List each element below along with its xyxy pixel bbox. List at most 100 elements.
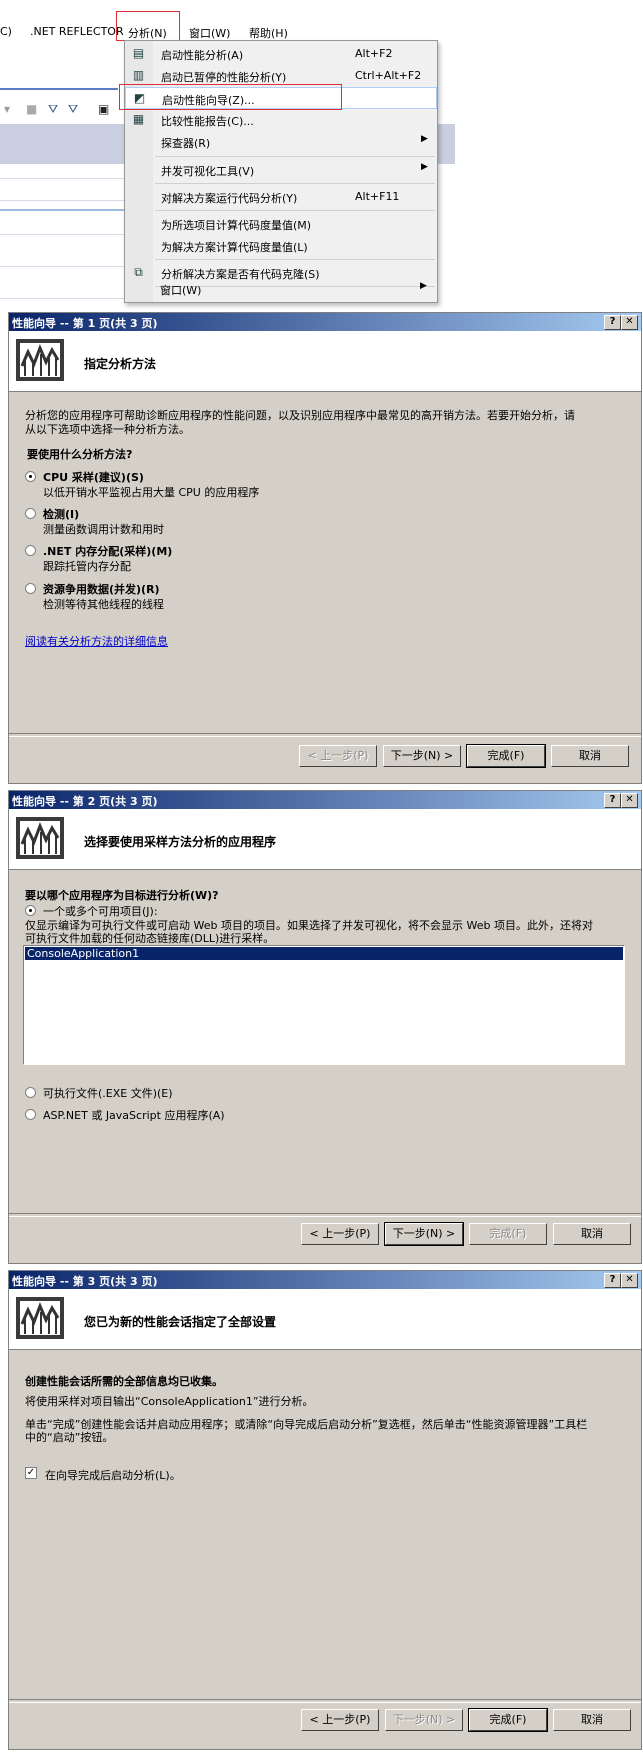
help-button[interactable]: ?: [604, 1273, 621, 1288]
menu-reflector[interactable]: .NET REFLECTOR: [30, 25, 124, 38]
option-description: 跟踪托管内存分配: [43, 560, 131, 573]
menu-item-shortcut: Alt+F2: [355, 47, 393, 60]
menu-item-run-code-analysis[interactable]: 对解决方案运行代码分析(Y) Alt+F11: [125, 186, 437, 208]
save-icon[interactable]: ▣: [98, 102, 109, 116]
menu-item-label: 启动已暂停的性能分析(Y): [161, 71, 287, 84]
menu-item-label: 为所选项目计算代码度量值(M): [161, 219, 312, 232]
menu-item-metrics-selected[interactable]: 为所选项目计算代码度量值(M): [125, 213, 437, 235]
previous-button[interactable]: < 上一步(P): [299, 745, 377, 767]
menu-item-shortcut: Ctrl+Alt+F2: [355, 69, 422, 82]
submenu-arrow-icon: ▶: [420, 281, 427, 291]
option-description: 测量函数调用计数和用时: [43, 523, 164, 536]
close-button[interactable]: ✕: [621, 793, 638, 808]
option-label[interactable]: ASP.NET 或 JavaScript 应用程序(A): [43, 1107, 225, 1123]
wizard-dialog-page2: 性能向导 -- 第 2 页(共 3 页) ? ✕ 选择要使用采样方法分析的应用程…: [8, 790, 642, 1264]
wizard-header: 您已为新的性能会话指定了全部设置: [9, 1289, 641, 1350]
radio-asp-net[interactable]: [25, 1109, 36, 1120]
submenu-arrow-icon: ▶: [421, 134, 428, 144]
performance-wizard-icon: [16, 339, 64, 381]
menu-separator: [155, 183, 435, 184]
radio-executable[interactable]: [25, 1087, 36, 1098]
menu-separator: [155, 259, 435, 260]
menu-item-start-profiling[interactable]: ▤ 启动性能分析(A) Alt+F2: [125, 43, 437, 65]
submenu-arrow-icon: ▶: [421, 162, 428, 172]
option-label[interactable]: CPU 采样(建议)(S): [43, 469, 144, 485]
radio-concurrency[interactable]: [25, 583, 36, 594]
filter-icon[interactable]: ▾: [4, 102, 10, 116]
header-title: 选择要使用采样方法分析的应用程序: [84, 835, 277, 849]
menu-item-label: 并发可视化工具(V): [161, 165, 255, 178]
finish-button[interactable]: 完成(F): [468, 1708, 548, 1732]
menu-partial[interactable]: C): [0, 25, 12, 38]
menu-item-profiler[interactable]: 探查器(R) ▶: [125, 131, 437, 153]
close-button[interactable]: ✕: [621, 1273, 638, 1288]
menu-item-metrics-solution[interactable]: 为解决方案计算代码度量值(L): [125, 235, 437, 257]
toolbar: ▾ ■ ⛛ ⛛ ▣: [0, 98, 125, 120]
radio-available-projects[interactable]: [25, 905, 36, 916]
option-description: 以低开销水平监视占用大量 CPU 的应用程序: [43, 486, 260, 499]
previous-button[interactable]: < 上一步(P): [301, 1709, 379, 1731]
option-label[interactable]: 检测(I): [43, 506, 79, 522]
vs-ide-area: C) .NET REFLECTOR 分析(N) 窗口(W) 帮助(H) ▾ ■ …: [0, 0, 455, 310]
option-description: 检测等待其他线程的线程: [43, 598, 164, 611]
cancel-button[interactable]: 取消: [553, 1223, 631, 1245]
summary-text: 创建性能会话所需的全部信息均已收集。: [25, 1375, 223, 1388]
intro-text-line2: 从以下选项中选择一种分析方法。: [25, 423, 190, 436]
menu-item-shortcut: Alt+F11: [355, 190, 400, 203]
launch-profiling-checkbox[interactable]: ✓: [25, 1467, 37, 1479]
profiling-icon: ▤: [132, 46, 145, 60]
menu-item-label: 窗口(W): [160, 284, 202, 297]
info-line1: 将使用采样对项目输出“ConsoleApplication1”进行分析。: [25, 1395, 314, 1408]
help-button[interactable]: ?: [604, 315, 621, 330]
paused-profiling-icon: ▥: [132, 68, 145, 82]
wizard-dialog-page1: 性能向导 -- 第 1 页(共 3 页) ? ✕ 指定分析方法 分析您的应用程序…: [8, 312, 642, 784]
note-line2: 可执行文件加载的任何动态链接库(DLL)进行采样。: [25, 932, 275, 945]
checkbox-label[interactable]: 在向导完成后启动分析(L)。: [45, 1467, 181, 1483]
cancel-button[interactable]: 取消: [553, 1709, 631, 1731]
funnel-icon[interactable]: ⛛: [48, 102, 58, 117]
funnel-refresh-icon[interactable]: ⛛: [68, 102, 78, 117]
help-button[interactable]: ?: [604, 793, 621, 808]
dialog-title: 性能向导 -- 第 1 页(共 3 页): [12, 317, 158, 330]
option-label[interactable]: .NET 内存分配(采样)(M): [43, 543, 172, 559]
previous-button[interactable]: < 上一步(P): [301, 1223, 379, 1245]
header-title: 您已为新的性能会话指定了全部设置: [84, 1315, 277, 1329]
list-item[interactable]: ConsoleApplication1: [25, 947, 623, 960]
menu-item-label: 比较性能报告(C)...: [161, 115, 254, 128]
tab-underline: [0, 88, 118, 90]
radio-instrumentation[interactable]: [25, 508, 36, 519]
option-label[interactable]: 可执行文件(.EXE 文件)(E): [43, 1085, 173, 1101]
next-button[interactable]: 下一步(N) >: [385, 1709, 463, 1731]
analyze-highlight-box: [116, 11, 180, 41]
cancel-button[interactable]: 取消: [551, 745, 629, 767]
option-label[interactable]: 资源争用数据(并发)(R): [43, 581, 160, 597]
wizard-header: 选择要使用采样方法分析的应用程序: [9, 809, 641, 870]
radio-cpu-sampling[interactable]: [25, 471, 36, 482]
menu-window[interactable]: 窗口(W): [189, 25, 230, 41]
learn-more-link[interactable]: 阅读有关分析方法的详细信息: [25, 633, 168, 649]
radio-memory-allocation[interactable]: [25, 545, 36, 556]
menu-separator: [155, 210, 435, 211]
footer-separator: [9, 1699, 641, 1703]
menu-item-concurrency-visualizer[interactable]: 并发可视化工具(V) ▶: [125, 159, 437, 181]
menu-item-compare-reports[interactable]: ▦ 比较性能报告(C)...: [125, 109, 437, 131]
performance-wizard-icon: [16, 1297, 64, 1339]
menu-help[interactable]: 帮助(H): [249, 25, 288, 41]
finish-button[interactable]: 完成(F): [466, 744, 546, 768]
info-line3: 中的“启动”按钮。: [25, 1431, 114, 1444]
menu-item-window[interactable]: 窗口(W) ▶: [124, 278, 436, 300]
next-button[interactable]: 下一步(N) >: [384, 1222, 464, 1246]
menu-item-label: 对解决方案运行代码分析(Y): [161, 192, 298, 205]
title-bar: 性能向导 -- 第 1 页(共 3 页) ? ✕: [9, 313, 641, 331]
close-button[interactable]: ✕: [621, 315, 638, 330]
menu-item-label: 为解决方案计算代码度量值(L): [161, 241, 308, 254]
wizard-highlight-box: [119, 84, 342, 110]
footer-separator: [9, 733, 641, 737]
stop-icon[interactable]: ■: [26, 102, 37, 116]
next-button[interactable]: 下一步(N) >: [383, 745, 461, 767]
graph-line: [0, 209, 125, 211]
finish-button[interactable]: 完成(F): [469, 1223, 547, 1245]
wizard-header: 指定分析方法: [9, 331, 641, 392]
project-listbox[interactable]: ConsoleApplication1: [23, 945, 625, 1065]
target-question: 要以哪个应用程序为目标进行分析(W)?: [25, 889, 219, 902]
